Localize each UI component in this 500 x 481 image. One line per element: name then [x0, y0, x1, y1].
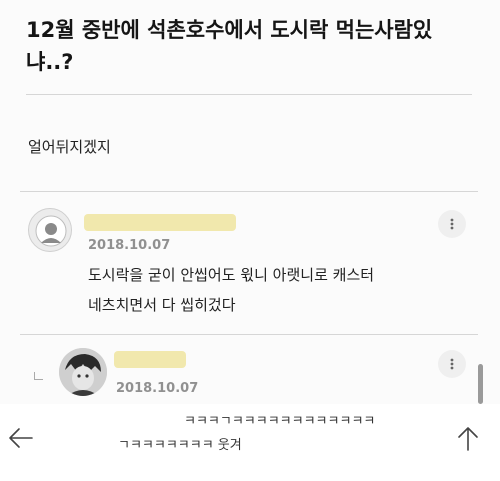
more-vertical-icon [450, 218, 454, 230]
title-divider [26, 94, 472, 95]
avatar-image [59, 348, 107, 396]
scrollbar[interactable] [478, 364, 483, 404]
avatar-image [35, 215, 67, 247]
more-button[interactable] [438, 210, 466, 238]
comments-divider [20, 191, 478, 192]
arrow-up-icon [458, 427, 478, 451]
more-vertical-icon [450, 358, 454, 370]
avatar[interactable] [28, 208, 72, 252]
reply-indent-icon [34, 372, 43, 380]
back-button[interactable] [2, 420, 38, 456]
comment-text-line: 도시락을 굳이 안씹어도 윇니 아랫니로 캐스터 [88, 266, 375, 284]
comment-text-line: ㄱㅋㅋㅋㅋㅋㅋㅋ 웃겨 [118, 438, 242, 453]
comment-date: 2018.10.07 [88, 238, 171, 253]
comment-text-line: 네츠치면서 다 씹히겄다 [88, 296, 236, 314]
comment-divider [20, 334, 478, 335]
author-name-redacted [114, 351, 186, 368]
scroll-top-button[interactable] [450, 420, 486, 456]
post-title: 12월 중반에 석촌호수에서 도시락 먹는사람있냐..? [26, 18, 433, 74]
comment-date: 2018.10.07 [116, 381, 199, 396]
author-name-redacted [84, 214, 236, 231]
more-button[interactable] [438, 350, 466, 378]
post-body: 얼어뒤지겠지 [28, 138, 111, 156]
avatar[interactable] [59, 348, 107, 396]
comment-text-line: ㅋㅋㅋㄱㅋㅋㅋㅋㅋㅋㅋㅋㅋㅋㅋㅋ [184, 414, 376, 429]
comment-text: 도시락을 굳이 안씹어도 윇니 아랫니로 캐스터 네츠치면서 다 씹히겄다 [88, 260, 374, 320]
arrow-left-icon [9, 428, 33, 448]
